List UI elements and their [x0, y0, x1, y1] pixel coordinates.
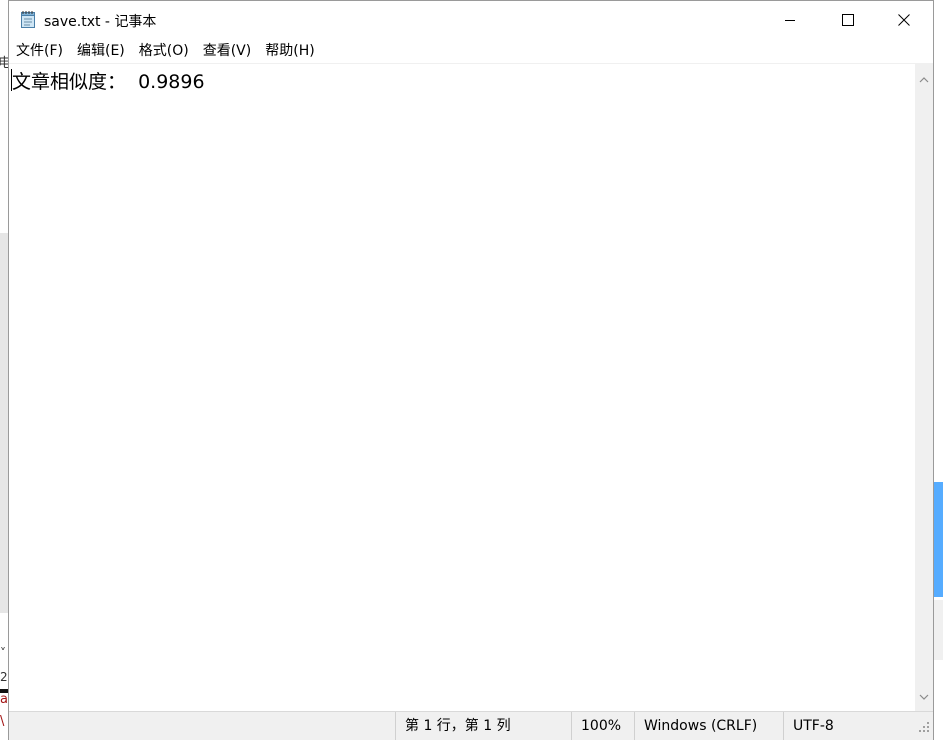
minimize-button[interactable]	[761, 1, 819, 39]
background-text: ˅	[0, 646, 6, 660]
menu-edit[interactable]: 编辑(E)	[70, 39, 132, 63]
notepad-window: save.txt - 记事本 文件(F) 编辑(E) 格式(O) 查看(V) 帮…	[8, 0, 934, 740]
vertical-scrollbar[interactable]	[915, 63, 933, 711]
maximize-icon	[842, 14, 854, 26]
background-panel	[934, 600, 943, 660]
background-text: a	[0, 692, 8, 707]
menu-format[interactable]: 格式(O)	[132, 39, 196, 63]
scroll-down-icon[interactable]	[919, 686, 929, 705]
status-bar: 第 1 行，第 1 列 100% Windows (CRLF) UTF-8	[9, 711, 933, 740]
status-line-ending: Windows (CRLF)	[634, 712, 792, 740]
status-cursor-position: 第 1 行，第 1 列	[395, 712, 580, 740]
window-title: save.txt - 记事本	[44, 14, 157, 30]
close-icon	[898, 14, 910, 26]
maximize-button[interactable]	[819, 1, 877, 39]
text-editor-area[interactable]: 文章相似度： 0.9896	[9, 63, 915, 712]
title-bar[interactable]: save.txt - 记事本	[9, 1, 933, 39]
notepad-icon[interactable]	[20, 10, 36, 28]
background-app-right-edge	[934, 0, 943, 748]
background-text: 2	[0, 670, 8, 684]
background-text: \	[0, 714, 5, 729]
editor-content[interactable]: 文章相似度： 0.9896	[12, 67, 205, 94]
menu-view[interactable]: 查看(V)	[196, 39, 259, 63]
menu-file[interactable]: 文件(F)	[9, 39, 70, 63]
status-zoom: 100%	[571, 712, 643, 740]
minimize-icon	[785, 20, 795, 21]
resize-grip-icon[interactable]	[918, 721, 930, 737]
status-encoding: UTF-8	[783, 712, 903, 740]
menu-bar: 文件(F) 编辑(E) 格式(O) 查看(V) 帮助(H)	[9, 39, 933, 63]
close-button[interactable]	[875, 1, 933, 39]
background-highlight	[934, 482, 943, 597]
scroll-up-icon[interactable]	[919, 69, 929, 88]
menu-help[interactable]: 帮助(H)	[258, 39, 321, 63]
